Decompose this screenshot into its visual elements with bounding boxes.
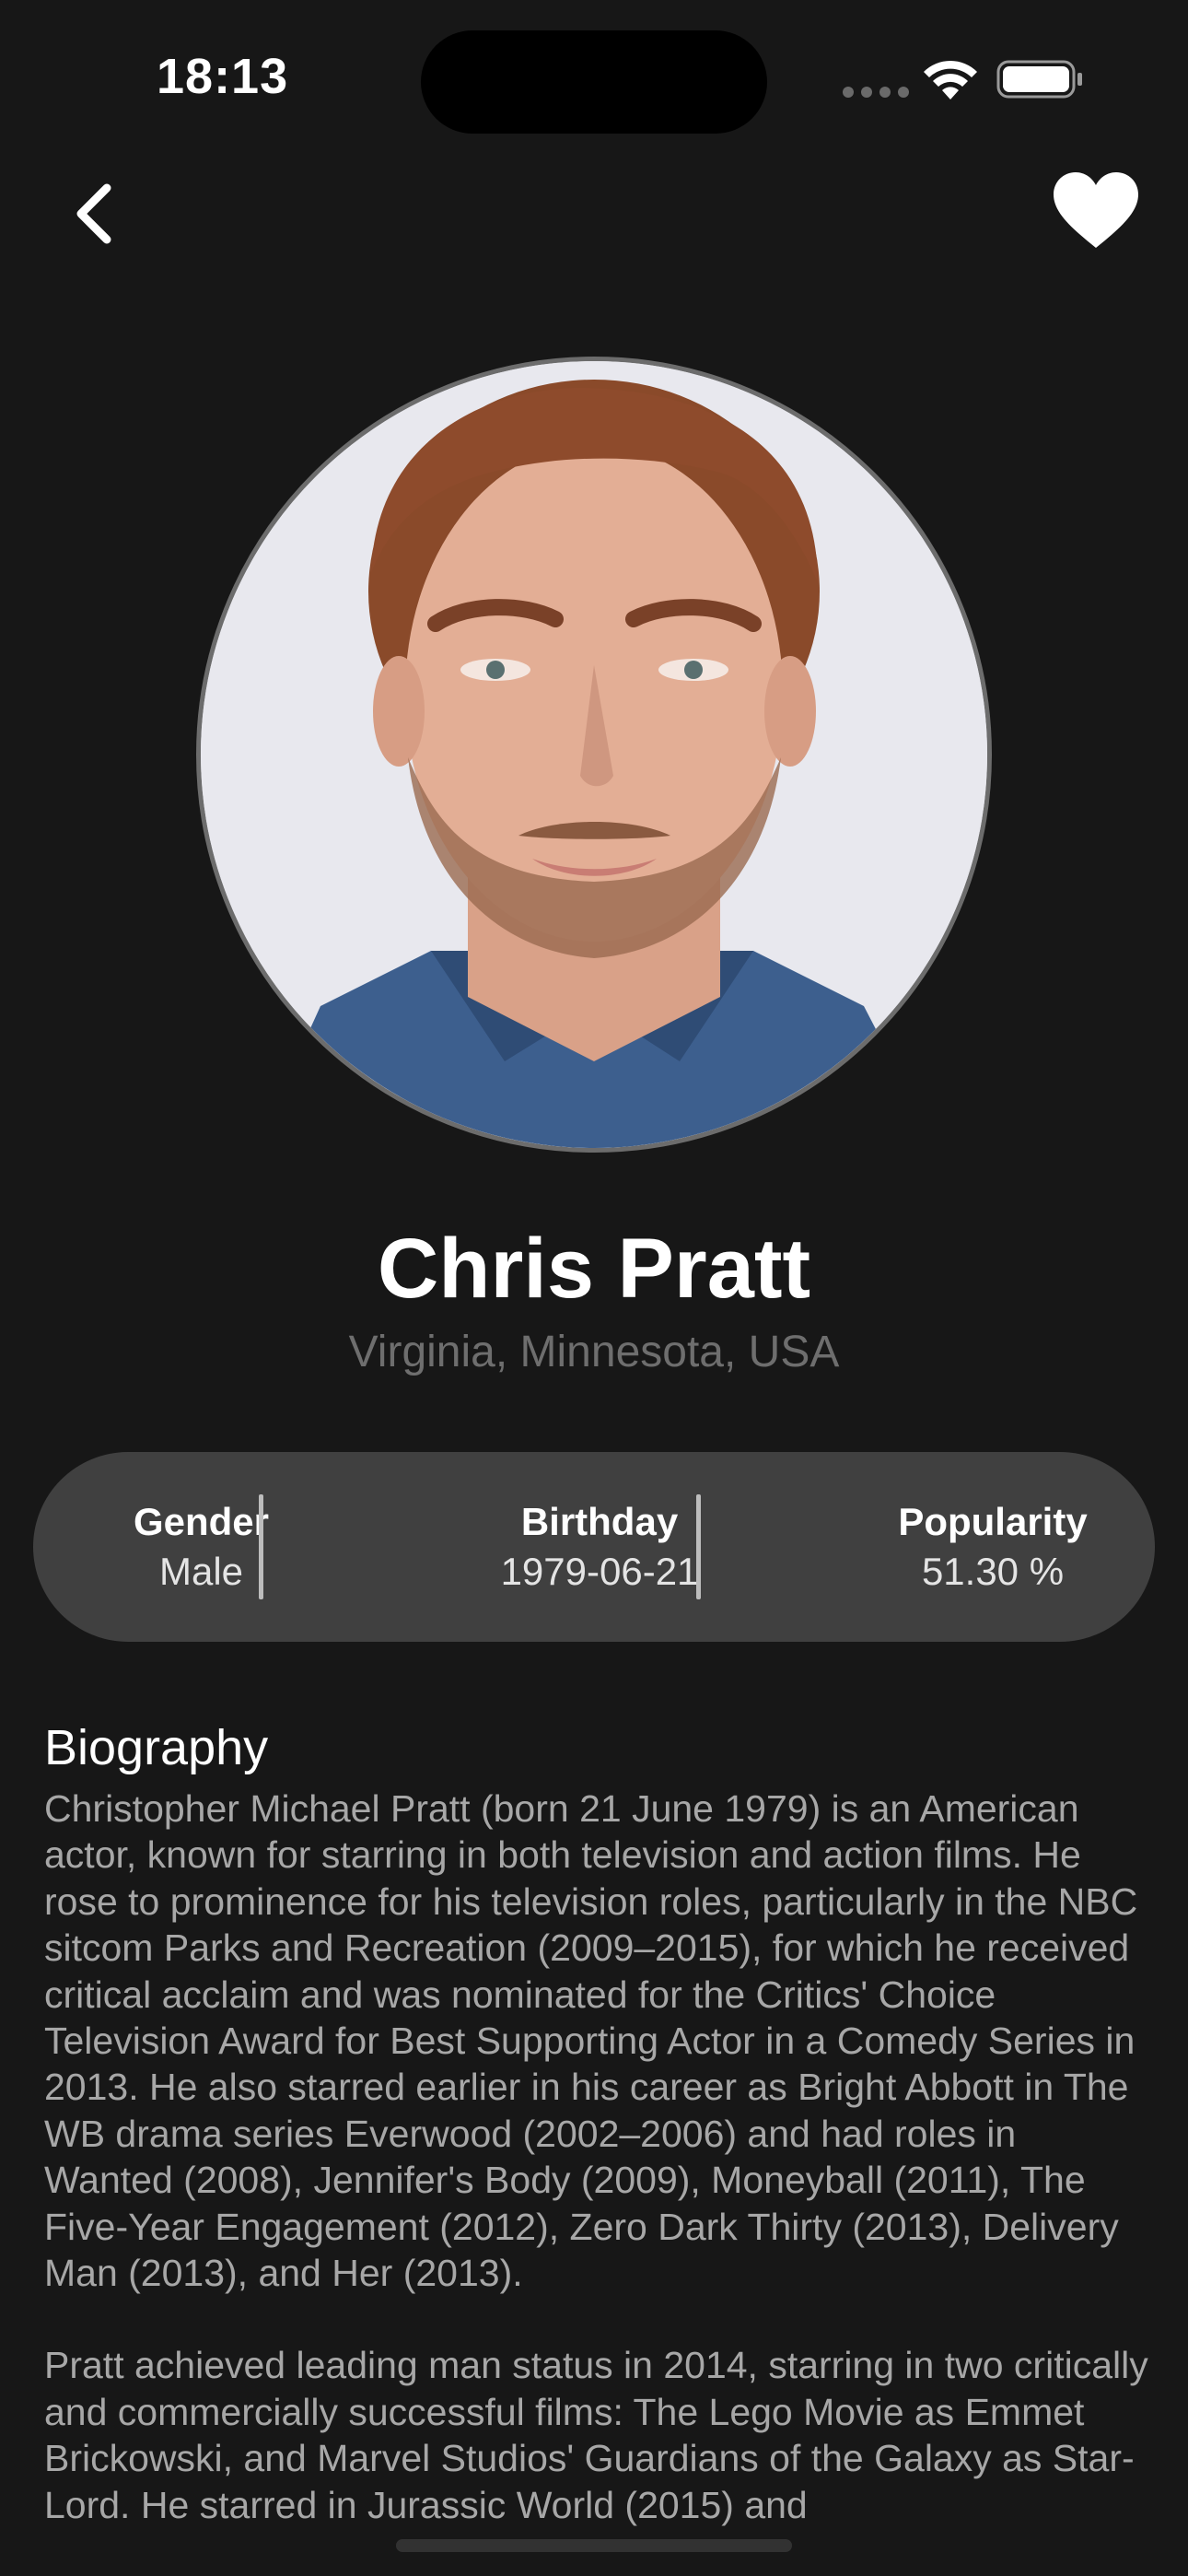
popularity-info: Popularity 51.30 %	[882, 1498, 1103, 1598]
info-divider	[259, 1494, 263, 1599]
biography-text: Christopher Michael Pratt (born 21 June …	[44, 1786, 1149, 2574]
home-indicator[interactable]	[396, 2539, 792, 2552]
status-time: 18:13	[157, 49, 289, 104]
status-bar: 18:13	[0, 0, 1188, 147]
actor-photo	[201, 361, 987, 1148]
heart-icon	[1054, 172, 1138, 248]
gender-value: Male	[158, 1550, 244, 1593]
info-pill: Gender Male Birthday 1979-06-21 Populari…	[33, 1452, 1155, 1642]
info-divider	[696, 1494, 701, 1599]
person-name: Chris Pratt	[377, 1222, 811, 1316]
dynamic-island	[421, 30, 767, 134]
biography-heading: Biography	[44, 1720, 269, 1775]
avatar	[196, 357, 992, 1153]
cellular-signal-icon	[843, 87, 909, 98]
popularity-value: 51.30 %	[921, 1550, 1065, 1593]
wifi-icon	[924, 60, 977, 100]
birthday-label: Birthday	[520, 1500, 679, 1543]
popularity-label: Popularity	[898, 1500, 1088, 1543]
biography-paragraph: Christopher Michael Pratt (born 21 June …	[44, 1787, 1138, 2295]
birthday-value: 1979-06-21	[500, 1550, 699, 1593]
birthday-info: Birthday 1979-06-21	[448, 1498, 751, 1598]
person-birthplace: Virginia, Minnesota, USA	[348, 1328, 840, 1376]
favorite-button[interactable]	[1050, 170, 1142, 253]
chevron-left-icon	[76, 183, 111, 244]
battery-icon	[996, 60, 1082, 99]
gender-info: Gender Male	[98, 1498, 305, 1598]
gender-label: Gender	[133, 1500, 270, 1543]
back-button[interactable]	[64, 175, 129, 249]
biography-paragraph: Pratt achieved leading man status in 201…	[44, 2344, 1148, 2526]
